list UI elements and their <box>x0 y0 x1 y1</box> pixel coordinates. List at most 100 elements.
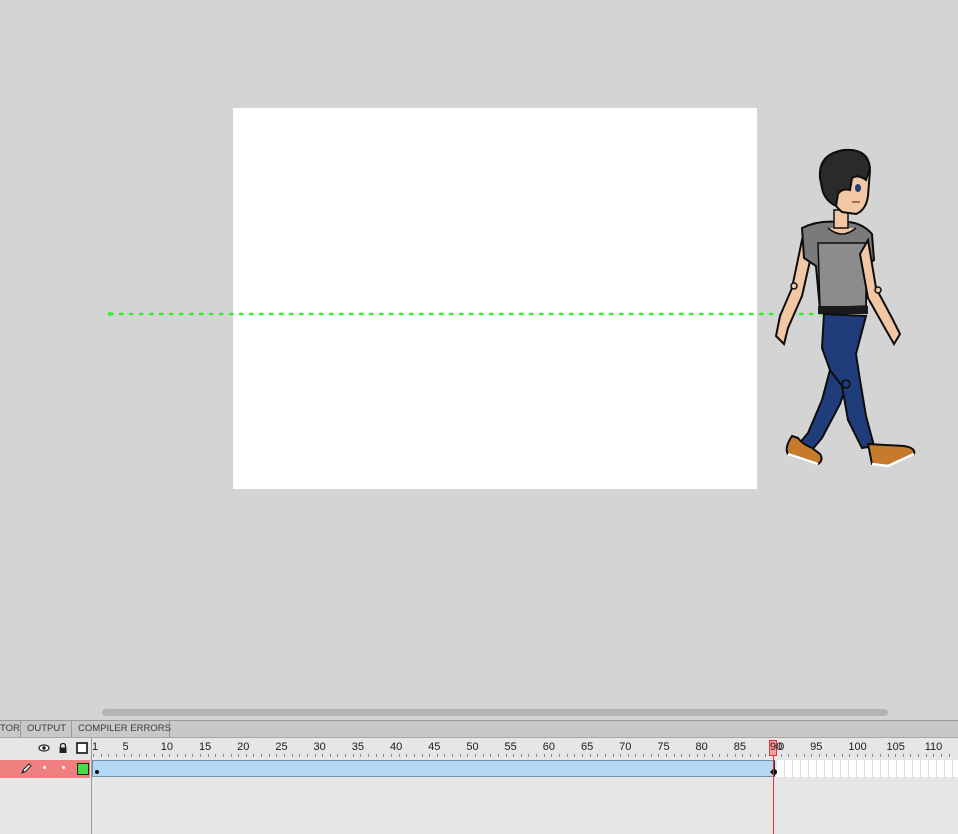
frame-tick <box>497 754 499 757</box>
frame-tick <box>505 754 507 757</box>
frame-tick <box>704 754 706 757</box>
frame-tick <box>727 754 729 757</box>
frame-tick <box>177 754 179 757</box>
frame-tick <box>780 754 782 757</box>
frame-tick <box>612 754 614 757</box>
frame-tick <box>826 754 828 757</box>
tab-output[interactable]: OUTPUT <box>21 721 72 737</box>
frame-tick <box>719 754 721 757</box>
frame-tick <box>688 754 690 757</box>
frame-tick <box>222 754 224 757</box>
outline-icon[interactable] <box>76 742 88 754</box>
frame-label[interactable]: 60 <box>543 741 555 753</box>
eye-icon[interactable] <box>38 742 50 754</box>
frame-label[interactable]: 50 <box>466 741 478 753</box>
frame-tick <box>742 754 744 757</box>
frame-tick <box>734 754 736 757</box>
frame-tick <box>490 754 492 757</box>
frame-tick <box>398 754 400 757</box>
frame-tick <box>482 754 484 757</box>
lock-icon[interactable] <box>57 742 69 754</box>
frame-label[interactable]: 40 <box>390 741 402 753</box>
current-frame-number: 90 <box>770 741 783 753</box>
frame-label[interactable]: 65 <box>581 741 593 753</box>
frame-label[interactable]: 110 <box>925 741 943 753</box>
visibility-dot-icon[interactable] <box>43 766 46 769</box>
frame-label[interactable]: 30 <box>314 741 326 753</box>
frame-tick <box>910 754 912 757</box>
frame-tick <box>115 754 117 757</box>
frame-tick <box>933 754 935 757</box>
frame-tick <box>559 754 561 757</box>
frame-tick <box>879 754 881 757</box>
frame-tick <box>215 754 217 757</box>
frame-tick <box>658 754 660 757</box>
frame-tick <box>329 754 331 757</box>
frame-tick <box>520 754 522 757</box>
stage-scrollbar-thumb[interactable] <box>102 709 888 716</box>
frame-tick <box>887 754 889 757</box>
frame-tick <box>681 754 683 757</box>
frame-tick <box>857 754 858 757</box>
layer-frames[interactable] <box>92 760 958 778</box>
frame-tick <box>543 754 545 757</box>
frame-tick <box>795 754 797 757</box>
frame-tick <box>322 754 324 757</box>
frame-label[interactable]: 75 <box>657 741 669 753</box>
frame-tick <box>528 754 530 757</box>
frame-tick <box>841 754 843 757</box>
tab-motion-editor[interactable]: TOR <box>0 721 21 737</box>
frame-label[interactable]: 20 <box>237 741 249 753</box>
outline-color-icon[interactable] <box>77 763 89 775</box>
stage-horizontal-scrollbar[interactable] <box>0 704 958 720</box>
frame-label[interactable]: 95 <box>810 741 822 753</box>
pasteboard[interactable] <box>0 0 958 704</box>
frame-label[interactable]: 15 <box>199 741 211 753</box>
frame-label[interactable]: 85 <box>734 741 746 753</box>
frame-tick <box>154 754 156 757</box>
frame-tick <box>696 754 698 757</box>
frame-label[interactable]: 100 <box>848 741 866 753</box>
frame-label[interactable]: 55 <box>505 741 517 753</box>
layer-name-cell[interactable] <box>0 760 90 778</box>
frame-tick <box>199 754 201 757</box>
lock-dot-icon[interactable] <box>62 766 65 769</box>
frame-label[interactable]: 45 <box>428 741 440 753</box>
frame-tick <box>245 754 247 757</box>
frame-tick <box>925 754 927 757</box>
frame-tick <box>192 754 194 757</box>
frame-tick <box>390 754 392 757</box>
frame-ruler[interactable]: 1 5 10 15 20 25 30 35 40 45 50 55 60 65 70 75 80 85 90 95 10… <box>90 738 958 758</box>
frame-tick <box>314 754 316 757</box>
frame-tick <box>872 754 874 757</box>
tab-compiler-errors[interactable]: COMPILER ERRORS <box>72 721 171 737</box>
frame-tick <box>597 754 599 757</box>
timeline-empty-area[interactable] <box>0 778 958 834</box>
frame-tick <box>421 754 423 757</box>
frame-label[interactable]: 25 <box>275 741 287 753</box>
frame-label[interactable]: 35 <box>352 741 364 753</box>
frame-tick <box>581 754 583 757</box>
frame-tick <box>253 754 255 757</box>
frame-label[interactable]: 70 <box>619 741 631 753</box>
motion-tween-span[interactable] <box>92 760 775 777</box>
layers-divider <box>91 738 92 834</box>
layer-row[interactable] <box>0 760 958 778</box>
frame-label[interactable]: 5 <box>123 741 129 753</box>
frame-tick <box>261 754 263 757</box>
frame-tick <box>337 754 339 757</box>
frame-label[interactable]: 80 <box>696 741 708 753</box>
frame-label[interactable]: 10 <box>161 741 173 753</box>
motion-path-start-point[interactable] <box>107 311 113 317</box>
frame-tick <box>169 754 171 757</box>
frame-tick <box>941 754 943 757</box>
timeline-header: 1 5 10 15 20 25 30 35 40 45 50 55 60 65 70 75 80 85 90 95 10… <box>0 738 958 758</box>
frame-tick <box>757 754 759 757</box>
empty-frames[interactable] <box>777 760 958 777</box>
walking-character-symbol[interactable] <box>762 148 922 473</box>
frame-label[interactable]: 105 <box>887 741 905 753</box>
frame-tick <box>765 754 767 757</box>
frame-tick <box>513 754 515 757</box>
frame-label[interactable]: 1 <box>92 741 98 753</box>
start-keyframe-dot[interactable] <box>95 770 99 774</box>
